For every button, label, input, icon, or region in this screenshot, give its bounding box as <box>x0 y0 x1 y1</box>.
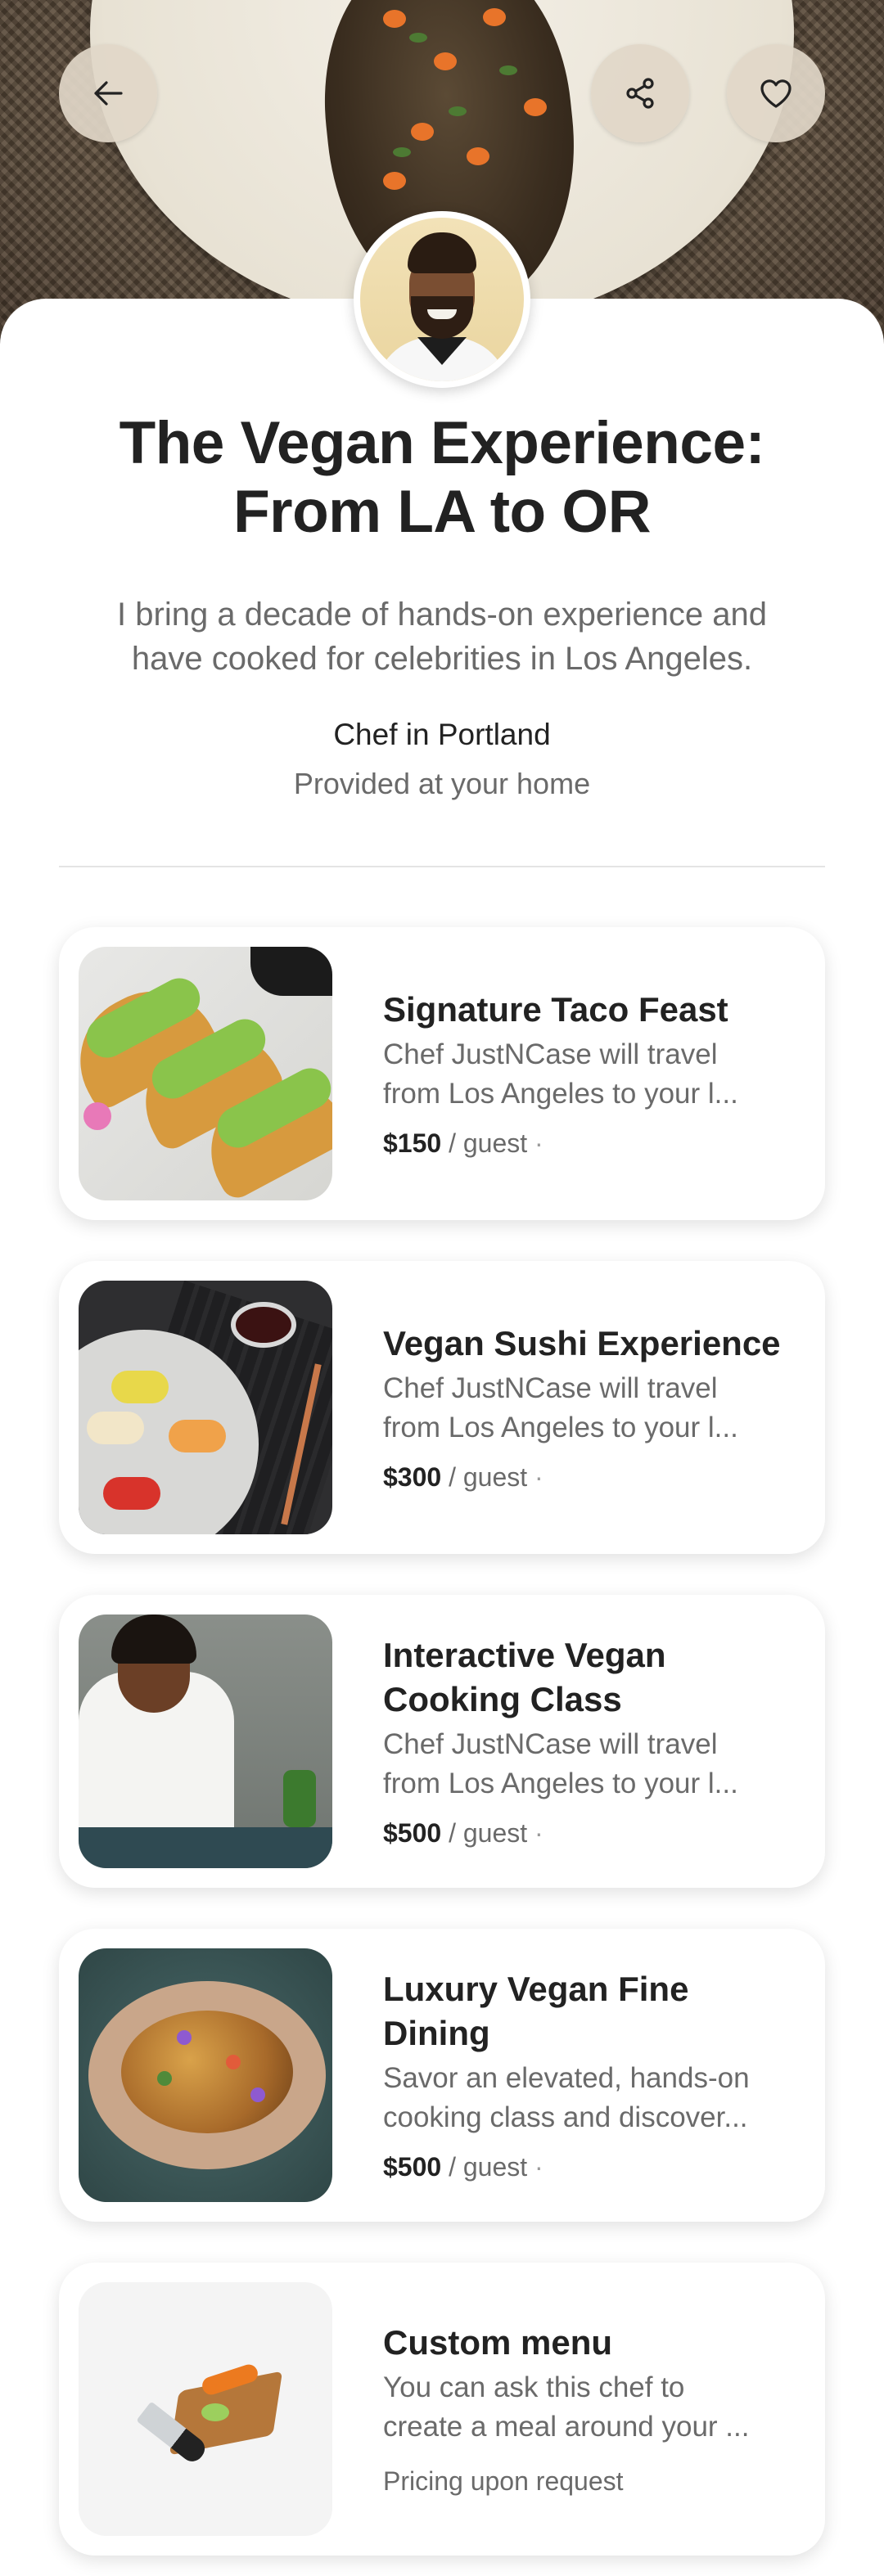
menu-card-title: Interactive Vegan <box>383 1636 666 1674</box>
menu-card-price: $300 / guest · <box>383 1461 801 1493</box>
menu-card-description: Savor an elevated, hands-on <box>383 2062 750 2094</box>
price-separator: · <box>527 1818 543 1848</box>
description-line: I bring a decade of hands-on experience … <box>117 597 767 633</box>
price-amount: $500 <box>383 1818 442 1848</box>
chef-description: I bring a decade of hands-on experience … <box>74 592 810 681</box>
menu-card-vegan-sushi-experience[interactable]: Vegan Sushi Experience Chef JustNCase wi… <box>59 1261 825 1554</box>
share-icon <box>626 78 654 109</box>
menu-card-description: Chef JustNCase will travel <box>383 1372 718 1404</box>
price-amount: $500 <box>383 2152 442 2182</box>
menu-card-description: cooking class and discover... <box>383 2101 748 2133</box>
chef-role: Chef in Portland <box>333 718 551 751</box>
menu-card-description: from Los Angeles to your l... <box>383 1768 738 1799</box>
chef-avatar[interactable] <box>354 211 530 388</box>
divider <box>59 866 825 867</box>
menu-card-custom-menu[interactable]: Custom menu You can ask this chef to cre… <box>59 2263 825 2556</box>
cooking-class-photo <box>79 1615 332 1868</box>
price-unit: / guest <box>441 1128 528 1158</box>
heart-icon <box>760 79 792 108</box>
menu-card-price: $150 / guest · <box>383 1127 801 1160</box>
price-separator: · <box>527 1128 543 1158</box>
menu-card-title: Vegan Sushi Experience <box>383 1324 781 1362</box>
menu-card-description: Chef JustNCase will travel <box>383 1038 718 1070</box>
menu-card-description: create a meal around your ... <box>383 2411 750 2443</box>
favorite-button[interactable] <box>727 44 825 142</box>
service-location: Provided at your home <box>293 767 591 800</box>
menu-card-price: $500 / guest · <box>383 2150 801 2183</box>
price-separator: · <box>527 2152 543 2182</box>
price-separator: · <box>527 1462 543 1492</box>
price-unit: / guest <box>441 1818 528 1848</box>
menu-card-description: from Los Angeles to your l... <box>383 1078 738 1110</box>
cutting-board-icon <box>79 2282 332 2536</box>
page-title-line: The Vegan Experience: <box>119 410 765 476</box>
fine-dining-photo <box>79 1948 332 2202</box>
menu-card-interactive-vegan-cooking-class[interactable]: Interactive Vegan Cooking Class Chef Jus… <box>59 1595 825 1888</box>
menu-card-description: You can ask this chef to <box>383 2371 685 2403</box>
sushi-photo <box>79 1281 332 1534</box>
price-amount: $300 <box>383 1462 442 1492</box>
description-line: have cooked for celebrities in Los Angel… <box>131 641 753 677</box>
menu-card-title: Cooking Class <box>383 1680 622 1718</box>
menu-card-title: Signature Taco Feast <box>383 990 728 1029</box>
share-button[interactable] <box>591 44 689 142</box>
page-title: The Vegan Experience: From LA to OR <box>49 409 835 547</box>
menu-card-title: Custom menu <box>383 2323 613 2362</box>
page-title-line: From LA to OR <box>233 479 651 545</box>
menu-card-title: Luxury Vegan Fine <box>383 1970 689 2008</box>
price-amount: $150 <box>383 1128 442 1158</box>
menu-card-luxury-vegan-fine-dining[interactable]: Luxury Vegan Fine Dining Savor an elevat… <box>59 1929 825 2222</box>
price-unit: / guest <box>441 1462 528 1492</box>
taco-photo <box>79 947 332 1200</box>
menu-card-title: Dining <box>383 2014 490 2052</box>
price-unit: / guest <box>441 2152 528 2182</box>
back-button[interactable] <box>59 44 157 142</box>
menu-card-signature-taco-feast[interactable]: Signature Taco Feast Chef JustNCase will… <box>59 927 825 1220</box>
arrow-left-icon <box>94 81 123 106</box>
menu-card-description: Chef JustNCase will travel <box>383 1728 718 1760</box>
menu-card-description: from Los Angeles to your l... <box>383 1412 738 1443</box>
menu-card-price: $500 / guest · <box>383 1817 801 1849</box>
pricing-note: Pricing upon request <box>383 2466 624 2496</box>
